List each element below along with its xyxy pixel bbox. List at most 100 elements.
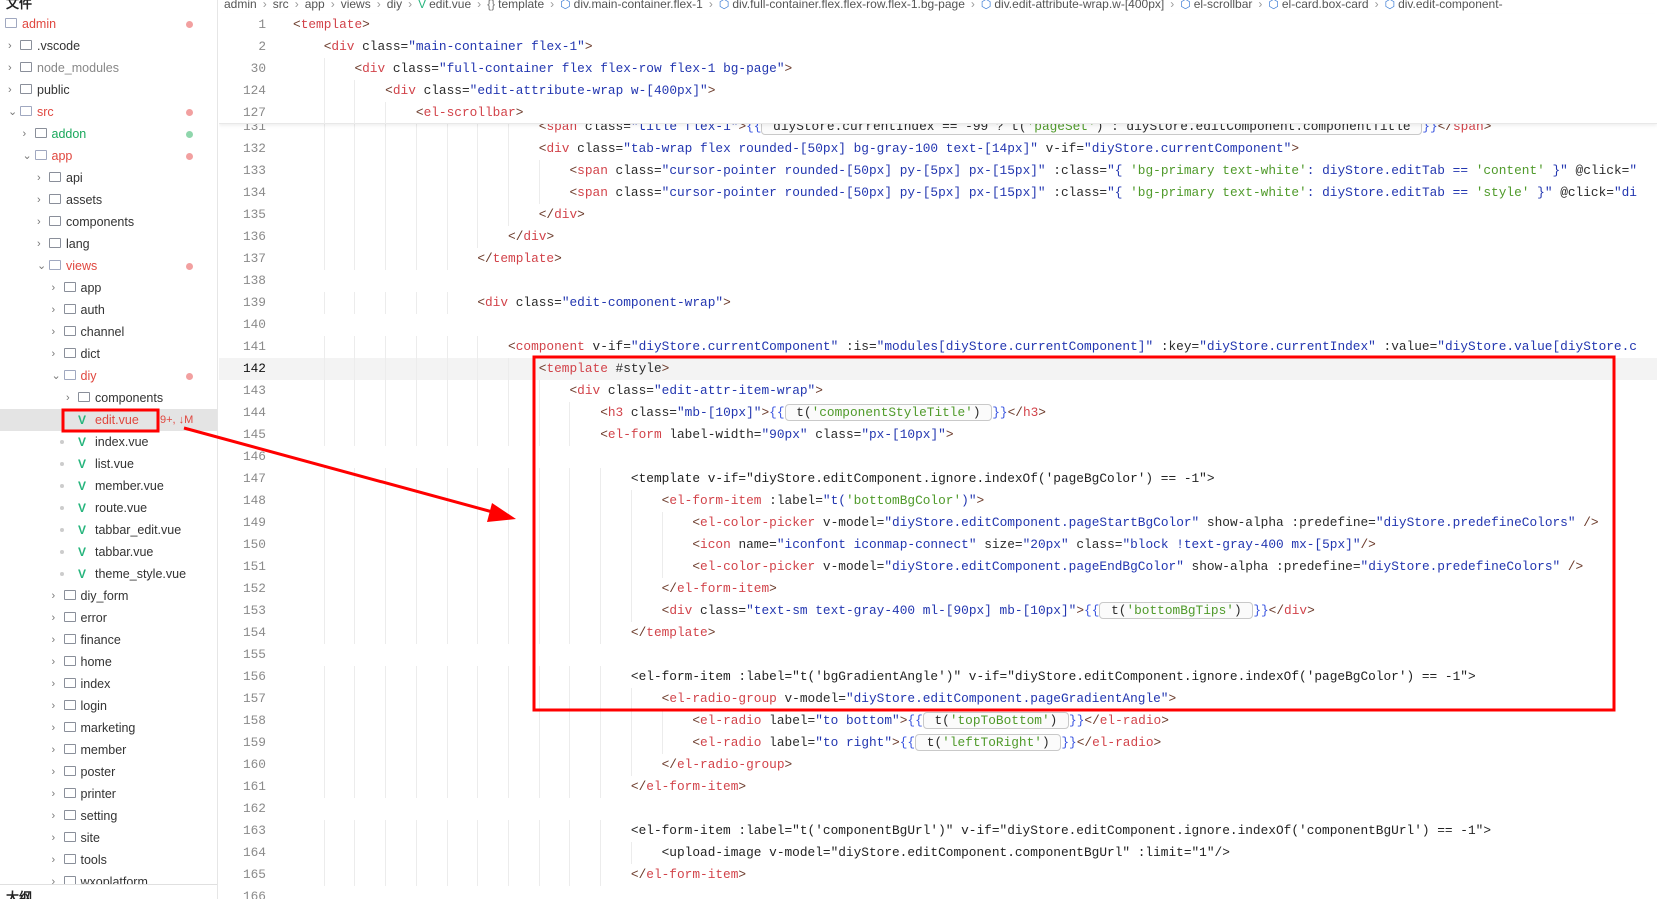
chevron-right-icon[interactable]: › [37,211,47,233]
chevron-right-icon[interactable]: › [23,123,33,145]
tree-item[interactable]: › tools [0,849,217,871]
code-line[interactable]: 157 <el-radio-group v-model="diyStore.edi… [219,688,1657,710]
chevron-down-icon[interactable]: ⌄ [52,365,62,387]
code-line[interactable]: 2 <div class="main-container flex-1"> [219,36,1657,58]
chevron-right-icon[interactable]: › [8,79,18,101]
code-line[interactable]: 148 <el-form-item :label="t('bottomBgColo… [219,490,1657,512]
chevron-right-icon[interactable]: › [52,343,62,365]
chevron-right-icon[interactable]: › [66,387,76,409]
code-line[interactable]: 143 <div class="edit-attr-item-wrap"> [219,380,1657,402]
tree-item[interactable]: › components [0,211,217,233]
breadcrumb-item[interactable]: el-scrollbar [1194,0,1253,11]
chevron-down-icon[interactable]: ⌄ [37,255,47,277]
tree-item[interactable]: › finance [0,629,217,651]
chevron-down-icon[interactable]: ⌄ [8,101,18,123]
code-line[interactable]: 132 <div class="tab-wrap flex rounded-[50… [219,138,1657,160]
breadcrumb-item[interactable]: edit.vue [429,0,471,11]
tree-item[interactable]: Vtabbar_edit.vue [0,519,217,541]
chevron-right-icon[interactable]: › [52,673,62,695]
tree-item[interactable]: admin [0,13,217,35]
tree-item[interactable]: ⌄ diy [0,365,217,387]
tree-item[interactable]: Vmember.vue [0,475,217,497]
tree-item[interactable]: › home [0,651,217,673]
breadcrumb-item[interactable]: div.edit-component- [1398,0,1503,11]
code-line[interactable]: 153 <div class="text-sm text-gray-400 ml-… [219,600,1657,622]
chevron-right-icon[interactable]: › [52,629,62,651]
tree-item[interactable]: › addon [0,123,217,145]
tree-item[interactable]: › node_modules [0,57,217,79]
chevron-right-icon[interactable]: › [52,805,62,827]
code-line[interactable]: 145 <el-form label-width="90px" class="px… [219,424,1657,446]
code-line[interactable]: 147 <template v-if="diyStore.editComponen… [219,468,1657,490]
sticky-scroll-header[interactable]: 1 <template> 2 <div class="main-container f… [219,14,1657,124]
breadcrumb-item[interactable]: app [305,0,325,11]
tree-item[interactable]: › channel [0,321,217,343]
chevron-right-icon[interactable]: › [52,607,62,629]
code-line[interactable]: 155 [219,644,1657,666]
code-line[interactable]: 144 <h3 class="mb-[10px]">{{ t('component… [219,402,1657,424]
code-line[interactable]: 141 <component v-if="diyStore.currentComp… [219,336,1657,358]
breadcrumb-item[interactable]: diy [387,0,402,11]
code-line[interactable]: 149 <el-color-picker v-model="diyStore.ed… [219,512,1657,534]
chevron-right-icon[interactable]: › [52,761,62,783]
code-line[interactable]: 163 <el-form-item :label="t('componentBgU… [219,820,1657,842]
code-line[interactable]: 1 <template> [219,14,1657,36]
chevron-right-icon[interactable]: › [52,299,62,321]
code-line[interactable]: 127 <el-scrollbar> [219,102,1657,124]
chevron-right-icon[interactable]: › [52,695,62,717]
tree-item[interactable]: Vroute.vue [0,497,217,519]
tree-item[interactable]: ⌄ app [0,145,217,167]
chevron-right-icon[interactable]: › [52,827,62,849]
tree-item[interactable]: › index [0,673,217,695]
tree-item[interactable]: › assets [0,189,217,211]
code-line[interactable]: 162 [219,798,1657,820]
tree-item[interactable]: › public [0,79,217,101]
tree-item[interactable]: Vedit.vue 9+, ↓M [0,409,217,431]
breadcrumb-item[interactable]: src [273,0,289,11]
code-line[interactable]: 166 [219,886,1657,899]
code-line[interactable]: 124 <div class="edit-attribute-wrap w-[40… [219,80,1657,102]
tree-item[interactable]: › login [0,695,217,717]
code-line[interactable]: 150 <icon name="iconfont iconmap-connect"… [219,534,1657,556]
chevron-right-icon[interactable]: › [52,321,62,343]
code-line[interactable]: 142 <template #style> [219,358,1657,380]
tree-item[interactable]: › poster [0,761,217,783]
chevron-right-icon[interactable]: › [8,57,18,79]
chevron-right-icon[interactable]: › [52,717,62,739]
breadcrumb-item[interactable]: div.edit-attribute-wrap.w-[400px] [994,0,1164,11]
chevron-right-icon[interactable]: › [52,277,62,299]
tree-item[interactable]: › lang [0,233,217,255]
chevron-down-icon[interactable]: ⌄ [23,145,33,167]
tree-item[interactable]: › printer [0,783,217,805]
code-scroll-area[interactable]: 131 <span class="title flex-1">{{ diyStor… [219,124,1657,899]
code-line[interactable]: 30 <div class="full-container flex flex-r… [219,58,1657,80]
code-line[interactable]: 146 [219,446,1657,468]
chevron-right-icon[interactable]: › [37,233,47,255]
tree-item[interactable]: › error [0,607,217,629]
chevron-right-icon[interactable]: › [52,849,62,871]
chevron-right-icon[interactable]: › [8,35,18,57]
code-line[interactable]: 139 <div class="edit-component-wrap"> [219,292,1657,314]
chevron-right-icon[interactable]: › [37,167,47,189]
tree-item[interactable]: ⌄ src [0,101,217,123]
code-line[interactable]: 165 </el-form-item> [219,864,1657,886]
code-line[interactable]: 131 <span class="title flex-1">{{ diyStor… [219,124,1657,138]
breadcrumb-item[interactable]: template [498,0,544,11]
tree-item[interactable]: Vtheme_style.vue [0,563,217,585]
breadcrumb-item[interactable]: el-card.box-card [1282,0,1369,11]
tree-item[interactable]: Vlist.vue [0,453,217,475]
code-line[interactable]: 160 </el-radio-group> [219,754,1657,776]
code-line[interactable]: 152 </el-form-item> [219,578,1657,600]
tree-item[interactable]: › auth [0,299,217,321]
code-editor[interactable]: admin › src › app › views › diy › Vedit.vue › {} temp… [219,0,1657,899]
code-line[interactable]: 158 <el-radio label="to bottom">{{ t('top… [219,710,1657,732]
tree-item[interactable]: › setting [0,805,217,827]
tree-item[interactable]: ⌄ views [0,255,217,277]
code-line[interactable]: 151 <el-color-picker v-model="diyStore.ed… [219,556,1657,578]
tree-item[interactable]: › api [0,167,217,189]
outline-panel-header[interactable]: 大纲 [0,884,217,899]
tree-item[interactable]: › marketing [0,717,217,739]
breadcrumb-item[interactable]: views [341,0,371,11]
code-line[interactable]: 134 <span class="cursor-pointer rounded-[… [219,182,1657,204]
tree-item[interactable]: › diy_form [0,585,217,607]
